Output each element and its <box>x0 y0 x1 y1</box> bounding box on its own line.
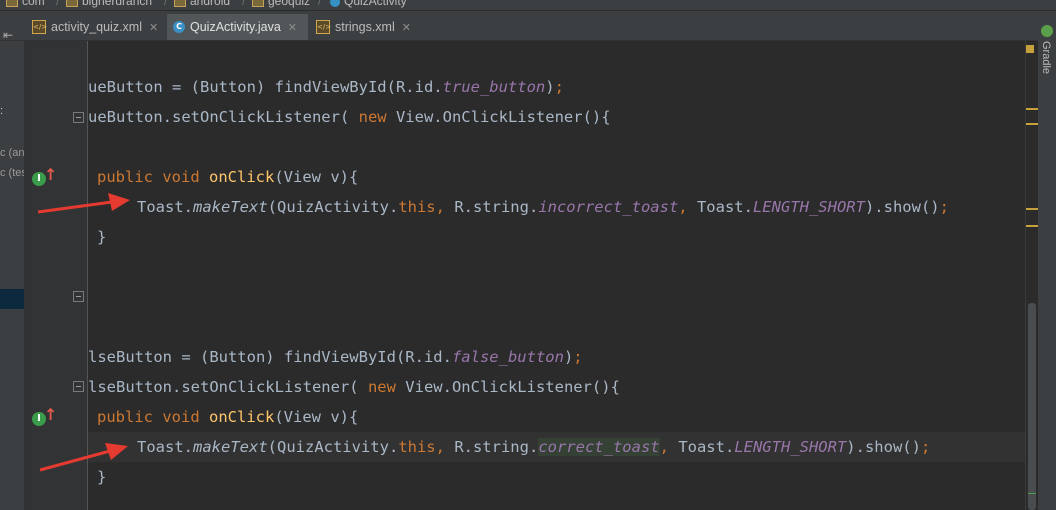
red-arrow-annotation <box>39 443 128 472</box>
annotation-overlay <box>37 193 130 472</box>
red-arrow-annotation <box>37 193 130 214</box>
